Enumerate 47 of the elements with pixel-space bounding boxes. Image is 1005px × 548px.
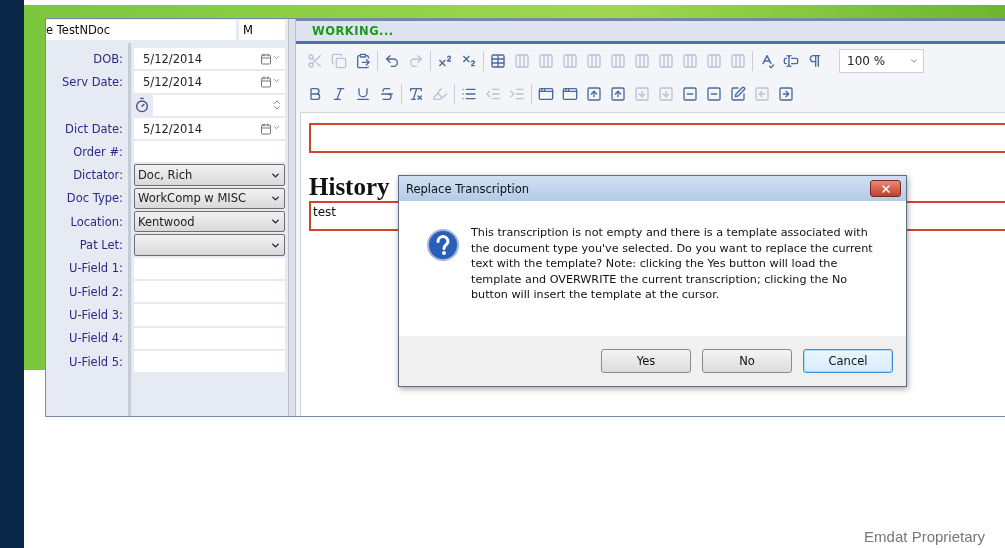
field-label: Order #:	[73, 144, 124, 159]
dialog-button[interactable]: Cancel	[803, 349, 893, 373]
section-heading: History	[309, 173, 390, 201]
timer-icon	[134, 97, 150, 114]
text-field[interactable]	[134, 327, 285, 349]
field-label: DOB:	[93, 51, 124, 66]
dropdown[interactable]: WorkComp w MISC	[134, 187, 285, 210]
field-label: U-Field 3:	[69, 307, 124, 322]
field-label: U-Field 4:	[69, 331, 124, 346]
spinner-icon[interactable]	[271, 99, 283, 112]
field-label: U-Field 5:	[69, 354, 124, 369]
text-field[interactable]	[134, 257, 285, 279]
time-field[interactable]	[153, 94, 285, 116]
date-field[interactable]: 5/12/2014	[134, 71, 285, 93]
calendar-icon	[260, 122, 272, 135]
text-field[interactable]	[134, 304, 285, 326]
dialog-message: This transcription is not empty and there is a template associated with the document type you've selected. Do you want to replace the current text with the template? Note: clicking the Yes button will load the template and OVERWRITE the current transcription; clicking the No button will insert the template at the cursor.	[471, 225, 874, 304]
footer-text: Emdat Proprietary	[864, 528, 986, 547]
field-label: U-Field 1:	[69, 261, 124, 276]
dialog-title: Replace Transcription	[406, 181, 530, 196]
empty-section[interactable]	[309, 123, 1005, 153]
text-field[interactable]	[134, 280, 285, 303]
field-label: Location:	[70, 214, 124, 229]
field-label: Serv Date:	[62, 74, 124, 89]
field-label: Dictator:	[73, 168, 124, 183]
dropdown[interactable]	[134, 234, 285, 256]
patient-name-field[interactable]: e TestNDoc	[46, 20, 236, 40]
text-field[interactable]	[134, 350, 285, 373]
field-label: Doc Type:	[66, 191, 124, 206]
question-icon	[427, 229, 459, 261]
sex-field[interactable]: M	[239, 20, 285, 40]
dropdown[interactable]: Kentwood	[134, 211, 285, 233]
zoom-dropdown[interactable]: 100 %	[839, 48, 924, 73]
text-field[interactable]	[134, 141, 285, 163]
date-field[interactable]: 5/12/2014	[134, 117, 285, 140]
date-field[interactable]: 5/12/2014	[134, 48, 285, 70]
calendar-icon	[260, 52, 272, 65]
field-label: U-Field 2:	[69, 284, 124, 299]
close-icon	[879, 182, 892, 195]
close-button[interactable]	[870, 180, 901, 197]
status-bar: WORKING...	[296, 19, 1005, 44]
field-label: Pat Let:	[79, 238, 124, 252]
field-label: Dict Date:	[65, 121, 124, 136]
dialog-button[interactable]: No	[702, 349, 792, 373]
dropdown[interactable]: Doc, Rich	[134, 164, 285, 186]
dialog-button[interactable]: Yes	[601, 349, 691, 373]
calendar-icon	[260, 75, 272, 88]
